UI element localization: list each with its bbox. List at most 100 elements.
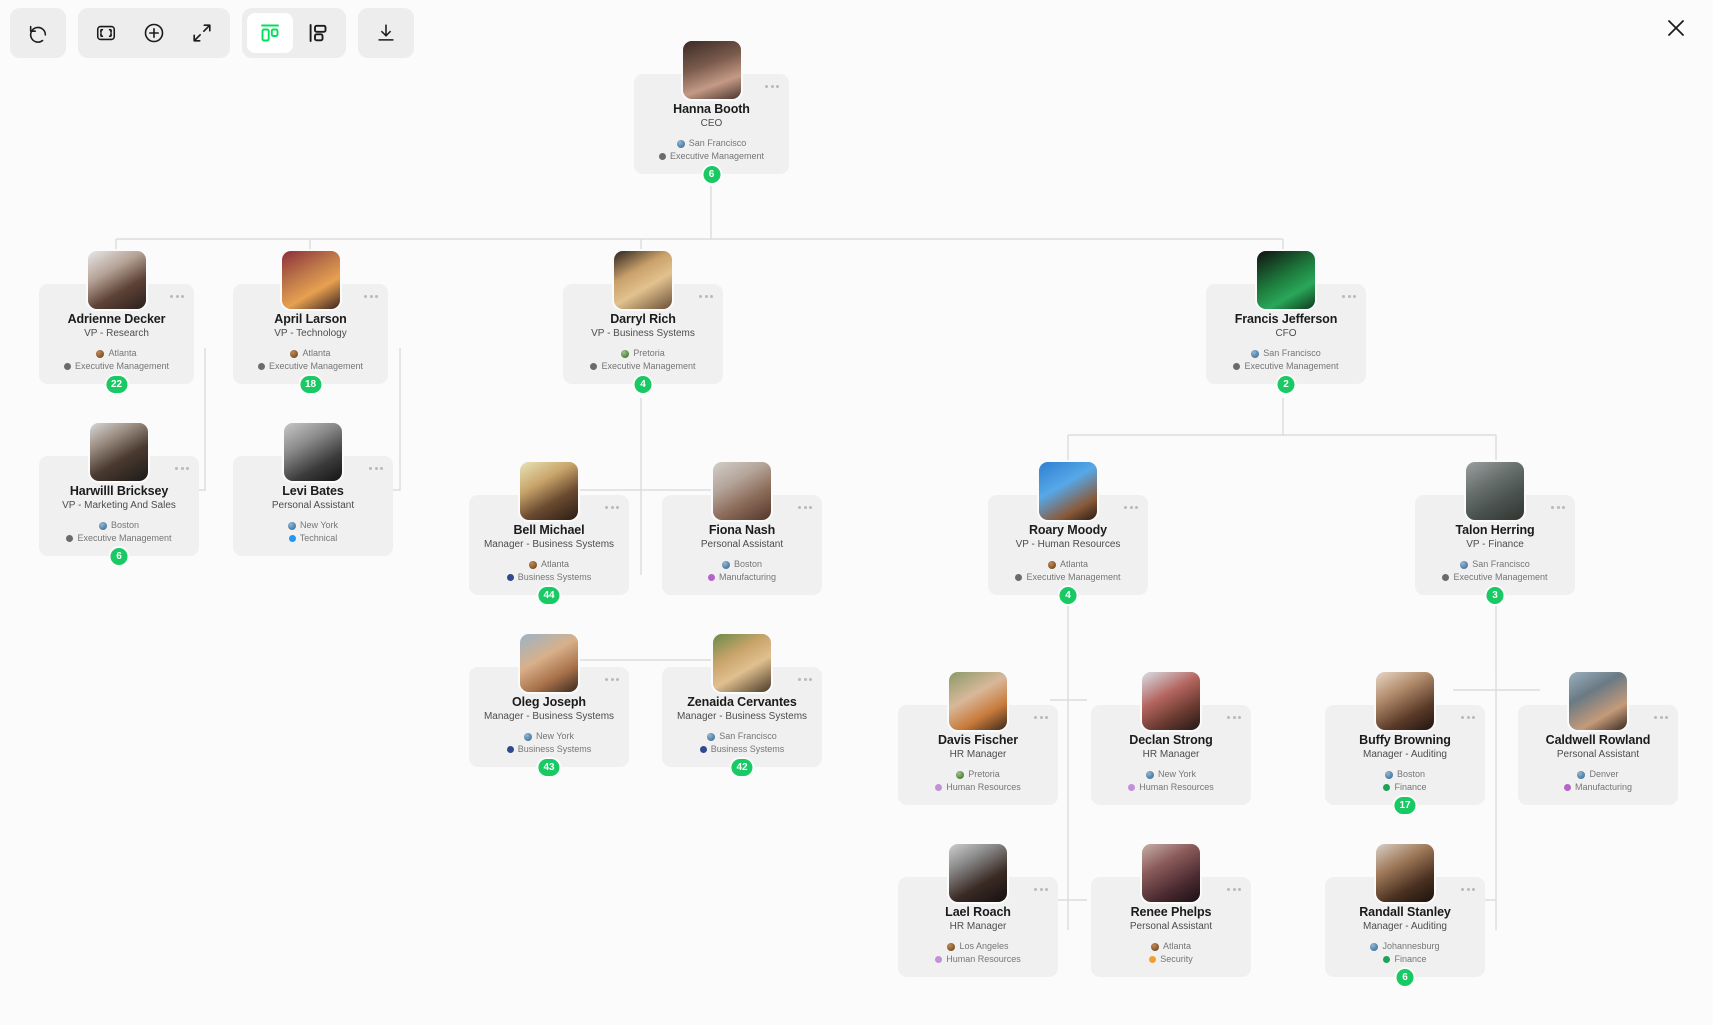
- person-card[interactable]: Talon Herring VP - Finance San Francisco…: [1415, 462, 1575, 607]
- card-menu-button[interactable]: [602, 503, 622, 512]
- card-menu-button[interactable]: [167, 292, 187, 301]
- person-card[interactable]: Bell Michael Manager - Business Systems …: [469, 462, 629, 607]
- location-row: San Francisco: [1214, 347, 1358, 360]
- person-card[interactable]: Randall Stanley Manager - Auditing Johan…: [1325, 844, 1485, 989]
- subordinate-count-badge[interactable]: 2: [1275, 374, 1297, 396]
- node-april-larson[interactable]: April Larson VP - Technology Atlanta Exe…: [233, 251, 388, 396]
- globe-icon: [1047, 560, 1056, 569]
- department-label: Business Systems: [710, 744, 785, 755]
- card-menu-button[interactable]: [172, 464, 192, 473]
- card-menu-button[interactable]: [361, 292, 381, 301]
- person-card[interactable]: Lael Roach HR Manager Los Angeles Human …: [898, 844, 1058, 978]
- layout-horizontal-icon: [309, 24, 327, 42]
- avatar-image: [1142, 672, 1200, 730]
- person-meta: Atlanta Executive Management: [241, 347, 380, 373]
- card-menu-button[interactable]: [366, 464, 386, 473]
- layout-horizontal-button[interactable]: [295, 13, 341, 53]
- node-levi-bates[interactable]: Levi Bates Personal Assistant New York T…: [233, 423, 393, 557]
- toolbar-group-export: [358, 8, 414, 58]
- card-menu-button[interactable]: [795, 503, 815, 512]
- person-card[interactable]: Declan Strong HR Manager New York Human …: [1091, 672, 1251, 806]
- node-hanna-booth[interactable]: Hanna Booth CEO San Francisco Executive …: [634, 41, 789, 186]
- node-roary-moody[interactable]: Roary Moody VP - Human Resources Atlanta…: [988, 462, 1148, 607]
- department-dot-icon: [257, 363, 265, 371]
- card-menu-button[interactable]: [795, 675, 815, 684]
- card-menu-button[interactable]: [1031, 885, 1051, 894]
- person-card[interactable]: Harwilll Bricksey VP - Marketing And Sal…: [39, 423, 199, 568]
- node-adrienne-decker[interactable]: Adrienne Decker VP - Research Atlanta Ex…: [39, 251, 194, 396]
- card-menu-button[interactable]: [1548, 503, 1568, 512]
- node-buffy-browning[interactable]: Buffy Browning Manager - Auditing Boston…: [1325, 672, 1485, 817]
- card-menu-button[interactable]: [1651, 713, 1671, 722]
- card-menu-button[interactable]: [1031, 713, 1051, 722]
- subordinate-count-badge[interactable]: 44: [536, 585, 562, 607]
- node-talon-herring[interactable]: Talon Herring VP - Finance San Francisco…: [1415, 462, 1575, 607]
- node-fiona-nash[interactable]: Fiona Nash Personal Assistant Boston Man…: [662, 462, 822, 596]
- person-card[interactable]: Roary Moody VP - Human Resources Atlanta…: [988, 462, 1148, 607]
- department-label: Human Resources: [1139, 782, 1214, 793]
- node-declan-strong[interactable]: Declan Strong HR Manager New York Human …: [1091, 672, 1251, 806]
- subordinate-count-badge[interactable]: 6: [108, 546, 130, 568]
- org-chart-canvas[interactable]: Hanna Booth CEO San Francisco Executive …: [0, 0, 1713, 1025]
- card-menu-button[interactable]: [1224, 713, 1244, 722]
- person-card[interactable]: Hanna Booth CEO San Francisco Executive …: [634, 41, 789, 186]
- person-card[interactable]: Davis Fischer HR Manager Pretoria Human …: [898, 672, 1058, 806]
- node-zenaida-cervantes[interactable]: Zenaida Cervantes Manager - Business Sys…: [662, 634, 822, 779]
- person-meta: Boston Finance: [1333, 768, 1477, 794]
- subordinate-count-badge[interactable]: 18: [297, 374, 324, 396]
- card-menu-button[interactable]: [1224, 885, 1244, 894]
- person-title: Manager - Auditing: [1363, 749, 1447, 761]
- toolbar: [10, 8, 414, 58]
- person-card[interactable]: Buffy Browning Manager - Auditing Boston…: [1325, 672, 1485, 817]
- node-oleg-joseph[interactable]: Oleg Joseph Manager - Business Systems N…: [469, 634, 629, 779]
- department-row: Executive Management: [1423, 571, 1567, 584]
- subordinate-count-badge[interactable]: 4: [632, 374, 654, 396]
- person-card[interactable]: Renee Phelps Personal Assistant Atlanta …: [1091, 844, 1251, 978]
- person-card[interactable]: Oleg Joseph Manager - Business Systems N…: [469, 634, 629, 779]
- node-randall-stanley[interactable]: Randall Stanley Manager - Auditing Johan…: [1325, 844, 1485, 989]
- zoom-in-button[interactable]: [131, 13, 177, 53]
- card-menu-button[interactable]: [696, 292, 716, 301]
- subordinate-count-badge[interactable]: 6: [1394, 967, 1416, 989]
- card-menu-button[interactable]: [1458, 713, 1478, 722]
- node-darryl-rich[interactable]: Darryl Rich VP - Business Systems Pretor…: [563, 251, 723, 396]
- node-bell-michael[interactable]: Bell Michael Manager - Business Systems …: [469, 462, 629, 607]
- globe-icon: [676, 139, 685, 148]
- subordinate-count-badge[interactable]: 3: [1484, 585, 1506, 607]
- avatar: [520, 462, 578, 520]
- node-davis-fischer[interactable]: Davis Fischer HR Manager Pretoria Human …: [898, 672, 1058, 806]
- card-menu-button[interactable]: [1458, 885, 1478, 894]
- node-harwilll-bricksey[interactable]: Harwilll Bricksey VP - Marketing And Sal…: [39, 423, 199, 568]
- node-francis-jefferson[interactable]: Francis Jefferson CFO San Francisco Exec…: [1206, 251, 1366, 396]
- subordinate-count-badge[interactable]: 4: [1057, 585, 1079, 607]
- subordinate-count-badge[interactable]: 42: [729, 757, 755, 779]
- subordinate-count-badge[interactable]: 43: [536, 757, 562, 779]
- person-meta: New York Business Systems: [477, 730, 621, 756]
- node-lael-roach[interactable]: Lael Roach HR Manager Los Angeles Human …: [898, 844, 1058, 978]
- card-menu-button[interactable]: [1121, 503, 1141, 512]
- card-menu-button[interactable]: [762, 82, 782, 91]
- expand-button[interactable]: [179, 13, 225, 53]
- person-card[interactable]: Levi Bates Personal Assistant New York T…: [233, 423, 393, 557]
- person-card[interactable]: Caldwell Rowland Personal Assistant Denv…: [1518, 672, 1678, 806]
- department-dot-icon: [1149, 956, 1157, 964]
- layout-vertical-button[interactable]: [247, 13, 293, 53]
- close-button[interactable]: [1653, 8, 1699, 48]
- node-caldwell-rowland[interactable]: Caldwell Rowland Personal Assistant Denv…: [1518, 672, 1678, 806]
- subordinate-count-badge[interactable]: 22: [103, 374, 130, 396]
- person-card[interactable]: Fiona Nash Personal Assistant Boston Man…: [662, 462, 822, 596]
- avatar-image: [949, 672, 1007, 730]
- subordinate-count-badge[interactable]: 6: [701, 164, 722, 186]
- card-menu-button[interactable]: [602, 675, 622, 684]
- node-renee-phelps[interactable]: Renee Phelps Personal Assistant Atlanta …: [1091, 844, 1251, 978]
- fit-to-screen-button[interactable]: [83, 13, 129, 53]
- person-card[interactable]: Francis Jefferson CFO San Francisco Exec…: [1206, 251, 1366, 396]
- person-card[interactable]: Zenaida Cervantes Manager - Business Sys…: [662, 634, 822, 779]
- card-menu-button[interactable]: [1339, 292, 1359, 301]
- subordinate-count-badge[interactable]: 17: [1392, 795, 1418, 817]
- undo-button[interactable]: [15, 13, 61, 53]
- person-card[interactable]: Darryl Rich VP - Business Systems Pretor…: [563, 251, 723, 396]
- person-card[interactable]: Adrienne Decker VP - Research Atlanta Ex…: [39, 251, 194, 396]
- person-card[interactable]: April Larson VP - Technology Atlanta Exe…: [233, 251, 388, 396]
- export-button[interactable]: [363, 13, 409, 53]
